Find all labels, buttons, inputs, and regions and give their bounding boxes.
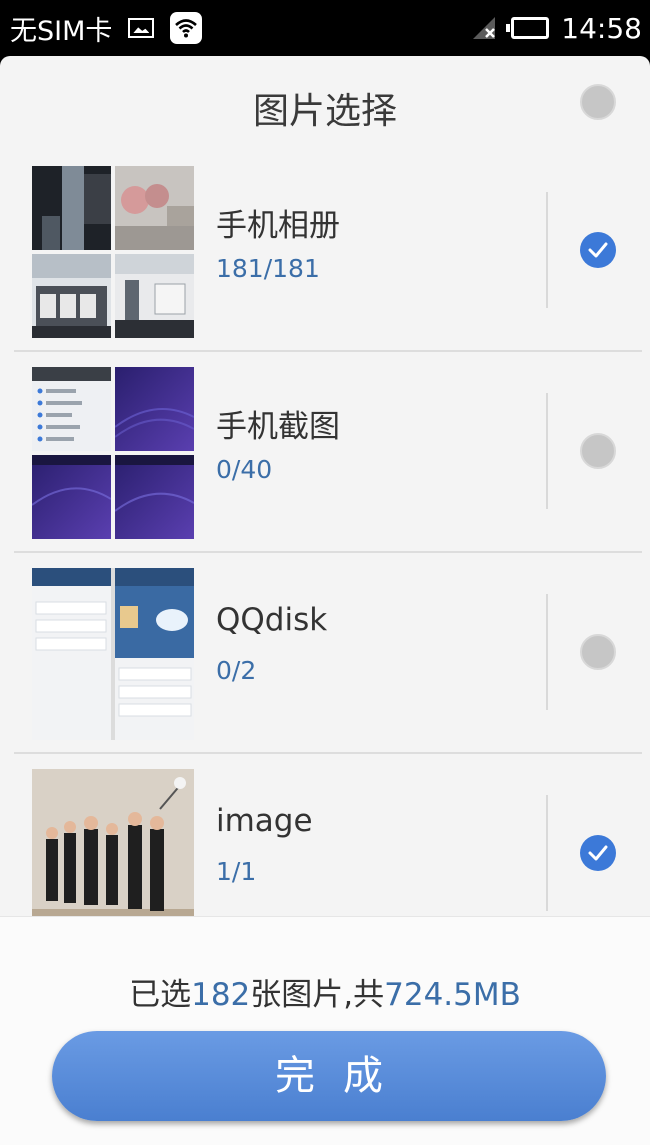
thumb-screenshot <box>115 455 194 539</box>
album-thumbnail <box>32 568 194 740</box>
selected-count: 182 <box>191 977 251 1013</box>
summary-mid: 张图片,共 <box>250 977 385 1013</box>
row-divider <box>546 393 548 509</box>
done-button[interactable]: 完成 <box>52 1031 606 1121</box>
album-count: 0/2 <box>216 656 257 685</box>
clock: 14:58 <box>561 11 642 45</box>
status-right: 14:58 <box>471 10 642 46</box>
album-name: 手机相册 <box>216 208 340 244</box>
album-name: 手机截图 <box>216 409 340 445</box>
thumb-screenshot <box>32 367 111 451</box>
total-size: 724.5MB <box>384 977 521 1013</box>
selection-footer: 已选182张图片,共724.5MB 完成 <box>0 916 650 1145</box>
row-divider <box>546 192 548 308</box>
album-row-screenshots[interactable]: 手机截图 0/40 <box>14 353 642 553</box>
album-row-qqdisk[interactable]: QQdisk 0/2 <box>14 554 642 754</box>
thumb-screenshot <box>32 455 111 539</box>
carrier-label: 无SIM卡 <box>10 15 113 47</box>
thumb-photo <box>32 254 111 338</box>
row-divider <box>546 795 548 911</box>
thumb-photo <box>115 166 194 250</box>
album-thumbnail <box>32 367 194 539</box>
select-all-toggle[interactable] <box>580 84 616 120</box>
page-title: 图片选择 <box>252 91 397 132</box>
album-count: 1/1 <box>216 857 257 886</box>
check-icon <box>588 242 608 258</box>
check-icon <box>588 845 608 861</box>
album-thumbnail <box>32 166 194 338</box>
picture-select-panel: 图片选择 手机相册 181/181 手机截图 0/40 QQdisk 0/2 i… <box>0 56 650 1145</box>
status-bar: 无SIM卡 14:58 <box>0 0 650 56</box>
album-checkbox-checked[interactable] <box>580 835 616 871</box>
album-name: QQdisk <box>216 602 328 638</box>
thumb-screenshot <box>32 568 194 740</box>
selection-summary: 已选182张图片,共724.5MB <box>0 969 650 1014</box>
album-row-phone[interactable]: 手机相册 181/181 <box>14 152 642 352</box>
panel-header: 图片选择 <box>0 56 650 152</box>
summary-prefix: 已选 <box>129 977 192 1013</box>
album-name: image <box>216 803 313 839</box>
thumb-photo <box>115 254 194 338</box>
album-checkbox-unchecked[interactable] <box>580 433 616 469</box>
thumb-screenshot <box>115 367 194 451</box>
album-count: 181/181 <box>216 254 320 283</box>
album-checkbox-checked[interactable] <box>580 232 616 268</box>
album-count: 0/40 <box>216 455 273 484</box>
image-icon <box>128 18 155 38</box>
signal-icon <box>471 15 499 41</box>
status-left: 无SIM卡 <box>10 10 203 47</box>
wifi-icon <box>170 12 203 44</box>
battery-icon <box>506 17 550 39</box>
album-checkbox-unchecked[interactable] <box>580 634 616 670</box>
thumb-photo <box>32 166 111 250</box>
row-divider <box>546 594 548 710</box>
